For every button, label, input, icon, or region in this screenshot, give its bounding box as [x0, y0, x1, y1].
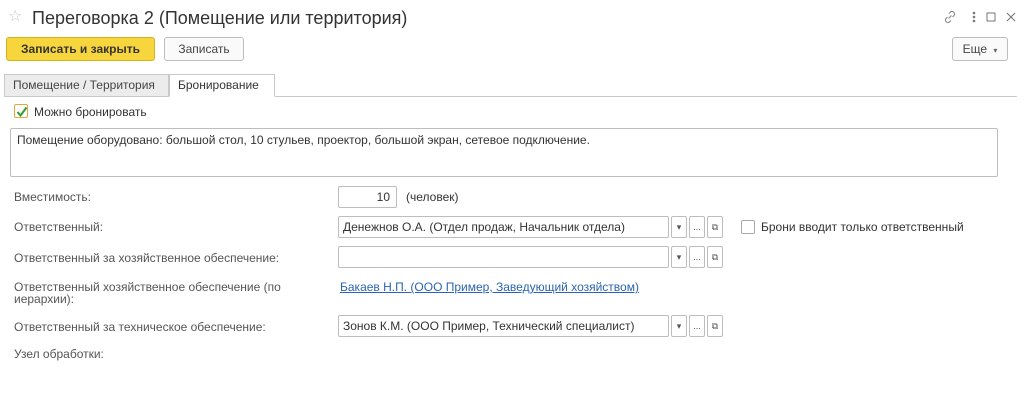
household-hierarchy-label-line2: иерархии):	[14, 292, 74, 306]
maximize-icon[interactable]	[983, 9, 999, 25]
responsible-select-button[interactable]: ...	[689, 216, 705, 238]
close-icon[interactable]	[1003, 9, 1019, 25]
household-field[interactable]	[338, 246, 669, 268]
checkmark-icon	[16, 106, 28, 118]
more-actions-icon[interactable]	[966, 9, 982, 25]
can-book-label: Можно бронировать	[34, 105, 147, 119]
responsible-label: Ответственный:	[14, 220, 104, 234]
capacity-input[interactable]: 10	[338, 186, 397, 208]
household-label: Ответственный за хозяйственное обеспечен…	[14, 251, 280, 265]
tab-premises[interactable]: Помещение / Территория	[4, 74, 169, 97]
node-label: Узел обработки:	[14, 347, 104, 361]
only-responsible-checkbox[interactable]	[741, 220, 755, 234]
responsible-field[interactable]: Денежнов О.А. (Отдел продаж, Начальник о…	[338, 216, 669, 238]
favorite-star-icon[interactable]: ☆	[8, 9, 22, 25]
technical-field[interactable]: Зонов К.М. (ООО Пример, Технический спец…	[338, 315, 669, 337]
save-button[interactable]: Записать	[164, 37, 244, 61]
tab-divider	[4, 96, 1017, 97]
chevron-down-icon: ▾	[993, 46, 998, 55]
can-book-checkbox[interactable]	[14, 104, 28, 118]
household-open-icon[interactable]: ⧉	[707, 246, 723, 268]
technical-select-button[interactable]: ...	[689, 315, 705, 337]
responsible-open-icon[interactable]: ⧉	[707, 216, 723, 238]
tab-booking[interactable]: Бронирование	[169, 74, 275, 97]
save-and-close-button[interactable]: Записать и закрыть	[6, 37, 155, 61]
technical-dropdown-button[interactable]: ▾	[671, 315, 687, 337]
link-icon[interactable]	[942, 9, 958, 25]
title-bar: ☆ Переговорка 2 (Помещение или территори…	[0, 0, 1024, 36]
description-textarea[interactable]: Помещение оборудовано: большой стол, 10 …	[10, 128, 998, 177]
technical-label: Ответственный за техническое обеспечение…	[14, 320, 266, 334]
household-select-button[interactable]: ...	[689, 246, 705, 268]
household-dropdown-button[interactable]: ▾	[671, 246, 687, 268]
capacity-label: Вместимость:	[14, 190, 91, 204]
more-button-label: Еще	[962, 42, 988, 56]
only-responsible-label: Брони вводит только ответственный	[761, 220, 964, 234]
responsible-dropdown-button[interactable]: ▾	[671, 216, 687, 238]
household-hierarchy-link[interactable]: Бакаев Н.П. (ООО Пример, Заведующий хозя…	[340, 280, 639, 294]
more-button[interactable]: Еще ▾	[952, 37, 1008, 61]
window-title: Переговорка 2 (Помещение или территория)	[32, 8, 408, 28]
technical-open-icon[interactable]: ⧉	[707, 315, 723, 337]
capacity-unit: (человек)	[406, 190, 459, 204]
